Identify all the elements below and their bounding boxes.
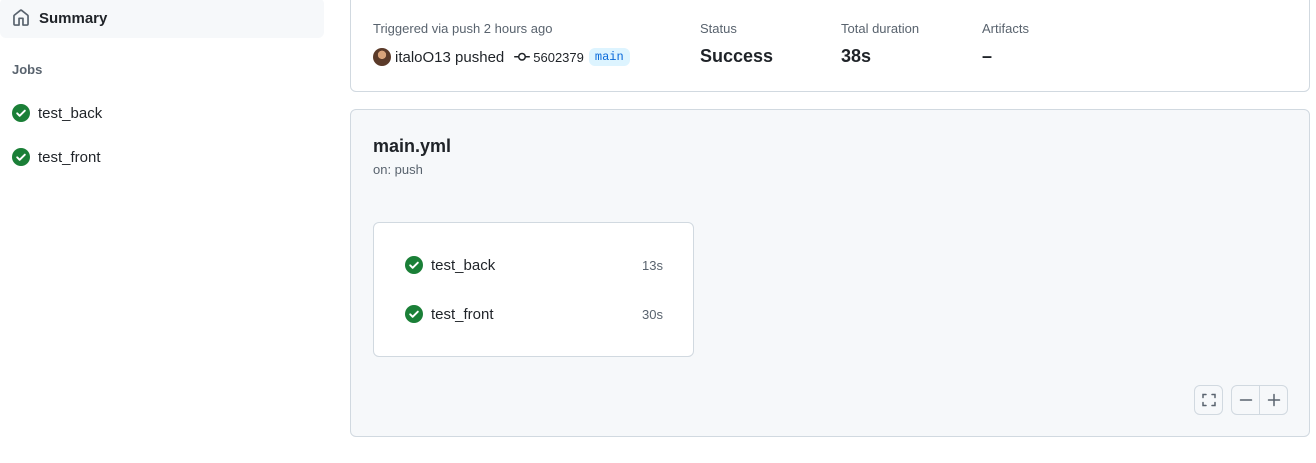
- duration-value: 38s: [841, 46, 872, 66]
- zoom-controls: [1231, 385, 1288, 415]
- job-name: test_front: [431, 305, 494, 323]
- fullscreen-button[interactable]: [1194, 385, 1223, 415]
- check-circle-fill-icon: [12, 104, 30, 122]
- run-summary-card: Triggered via push 2 hours ago italoO13 …: [350, 0, 1310, 92]
- zoom-out-button[interactable]: [1232, 386, 1259, 414]
- git-commit-icon: [514, 52, 531, 61]
- status-value: Success: [700, 46, 774, 66]
- graph-job-test-front[interactable]: test_front 30s: [405, 302, 663, 326]
- sidebar-item-test-front[interactable]: test_front: [12, 145, 101, 169]
- sidebar-item-test-back[interactable]: test_back: [12, 101, 102, 125]
- workflow-trigger: on: push: [373, 162, 423, 177]
- trigger-label: Triggered via push 2 hours ago: [373, 21, 553, 36]
- sidebar-item-summary[interactable]: Summary: [0, 0, 324, 38]
- job-name: test_back: [431, 256, 496, 274]
- check-circle-fill-icon: [405, 256, 423, 274]
- commit-sha-link[interactable]: 5602379: [533, 50, 584, 65]
- job-duration: 13s: [642, 257, 663, 273]
- check-circle-fill-icon: [12, 148, 30, 166]
- artifacts-value: –: [982, 46, 993, 66]
- branch-badge[interactable]: main: [588, 48, 630, 66]
- actor-link[interactable]: italoO13 pushed: [395, 49, 504, 66]
- check-circle-fill-icon: [405, 305, 423, 323]
- graph-job-test-back[interactable]: test_back 13s: [405, 253, 663, 277]
- zoom-in-button[interactable]: [1259, 386, 1287, 414]
- sidebar-job-label: test_front: [38, 148, 101, 166]
- sidebar: Summary Jobs test_back test_front: [0, 0, 324, 463]
- status-label: Status: [700, 21, 737, 36]
- jobs-group: test_back 13s test_front 30s: [373, 222, 694, 357]
- fullscreen-icon: [1201, 393, 1216, 407]
- workflow-file-name[interactable]: main.yml: [373, 136, 451, 157]
- minus-icon: [1239, 399, 1252, 401]
- sidebar-job-label: test_back: [38, 104, 103, 122]
- push-info: italoO13 pushed 5602379 main: [373, 47, 630, 67]
- avatar[interactable]: [373, 48, 391, 66]
- home-icon: [13, 9, 29, 26]
- artifacts-label: Artifacts: [982, 21, 1029, 36]
- sidebar-item-summary-label: Summary: [39, 9, 108, 27]
- workflow-graph: main.yml on: push test_back 13s test_fro…: [350, 109, 1310, 437]
- job-duration: 30s: [642, 306, 663, 322]
- duration-label: Total duration: [841, 21, 920, 36]
- jobs-heading: Jobs: [12, 62, 43, 77]
- plus-icon: [1267, 393, 1280, 407]
